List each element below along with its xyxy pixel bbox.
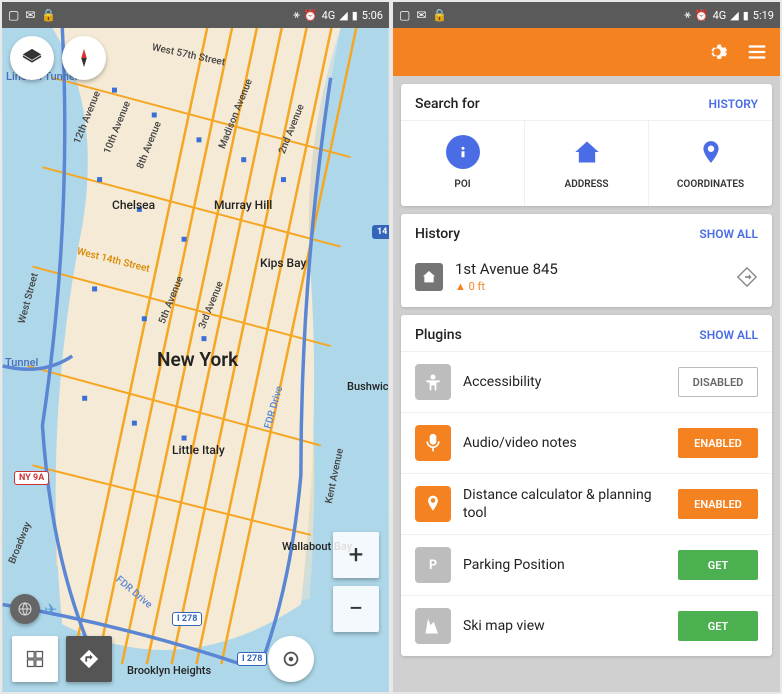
plugin-state-button[interactable]: ENABLED [678,428,758,458]
home-icon [570,135,604,169]
plugin-title: Parking Position [463,556,666,574]
history-card: History SHOW ALL 1st Avenue 845 ▲ 0 ft [401,214,772,307]
lock-icon: 🔒 [432,8,447,22]
plugins-title: Plugins [415,327,462,343]
grid-button[interactable] [12,636,58,682]
plugin-icon [415,425,451,461]
alarm-icon: ⏰ [304,9,318,22]
history-item-distance: ▲ 0 ft [455,280,724,293]
plugin-state-button[interactable]: GET [678,550,758,580]
locate-button[interactable] [268,636,314,682]
poi-label: POI [454,179,470,190]
network-label: 4G [713,9,727,22]
bluetooth-icon: ⚹ [293,8,300,22]
plugin-title: Ski map view [463,617,666,635]
plugin-row: Accessibility DISABLED [401,351,772,412]
map-canvas[interactable]: New York Chelsea Murray Hill Kips Bay Li… [2,28,389,692]
history-link[interactable]: HISTORY [709,97,758,111]
battery-icon: ▮ [743,9,749,22]
plugin-title: Audio/video notes [463,434,666,452]
coord-label: COORDINATES [677,179,744,190]
plugin-title: Distance calculator & planning tool [463,486,666,522]
plugin-state-button[interactable]: ENABLED [678,489,758,519]
lock-icon: 🔒 [41,8,56,22]
plugins-card: Plugins SHOW ALL Accessibility DISABLED … [401,315,772,656]
content-scroll[interactable]: Search for HISTORY POI ADDRESS COORDINAT… [393,76,780,692]
phone-right-menu: ▢ ✉ 🔒 ⚹ ⏰ 4G ◢ ▮ 5:19 Search for HISTORY [393,2,780,692]
svg-text:P: P [429,559,437,574]
clock: 5:19 [753,9,774,22]
plugin-icon [415,364,451,400]
plugin-row: Ski map view GET [401,595,772,656]
compass-button[interactable] [62,36,106,80]
app-bar [393,28,780,76]
zoom-out-button[interactable]: − [333,586,379,632]
layers-button[interactable] [10,36,54,80]
address-label: ADDRESS [565,179,609,190]
plugin-state-button[interactable]: GET [678,611,758,641]
search-title: Search for [415,96,480,112]
info-icon [446,135,480,169]
search-coordinates[interactable]: COORDINATES [648,121,772,206]
showall-history-link[interactable]: SHOW ALL [699,227,758,241]
directions-icon[interactable] [736,266,758,288]
showall-plugins-link[interactable]: SHOW ALL [699,328,758,342]
network-label: 4G [322,9,336,22]
pin-icon [694,135,728,169]
history-item-title: 1st Avenue 845 [455,260,724,278]
status-bar: ▢ ✉ 🔒 ⚹ ⏰ 4G ◢ ▮ 5:19 [393,2,780,28]
globe-icon[interactable] [10,594,40,624]
signal-icon: ◢ [730,9,738,22]
plugin-state-button[interactable]: DISABLED [678,367,758,397]
shield-i278a: I 278 [172,612,202,626]
battery-icon: ▮ [352,9,358,22]
directions-button[interactable] [66,636,112,682]
mail-icon: ✉ [25,8,35,22]
signal-icon: ◢ [339,9,347,22]
clock: 5:06 [362,9,383,22]
image-icon: ▢ [8,8,19,22]
plugin-row: Distance calculator & planning tool ENAB… [401,473,772,534]
plugin-icon: P [415,547,451,583]
alarm-icon: ⏰ [695,9,709,22]
zoom-in-button[interactable]: + [333,532,379,578]
history-title: History [415,226,460,242]
settings-icon[interactable] [706,41,728,63]
status-bar: ▢ ✉ 🔒 ⚹ ⏰ 4G ◢ ▮ 5:06 [2,2,389,28]
search-address[interactable]: ADDRESS [524,121,648,206]
bluetooth-icon: ⚹ [684,8,691,22]
shield-i278b: I 278 [237,652,267,666]
home-small-icon [415,263,443,291]
search-poi[interactable]: POI [401,121,524,206]
image-icon: ▢ [399,8,410,22]
plugin-title: Accessibility [463,373,666,391]
search-card: Search for HISTORY POI ADDRESS COORDINAT… [401,84,772,206]
plugin-row: P Parking Position GET [401,534,772,595]
phone-left-map: ▢ ✉ 🔒 ⚹ ⏰ 4G ◢ ▮ 5:06 [2,2,389,692]
mail-icon: ✉ [416,8,426,22]
plugin-icon [415,608,451,644]
shield-14: 14 [372,225,389,239]
plane-icon: ✈ [44,600,57,619]
map-streets-svg [2,28,389,692]
history-item[interactable]: 1st Avenue 845 ▲ 0 ft [401,250,772,307]
shield-ny9a: NY 9A [14,471,49,485]
hamburger-icon[interactable] [746,41,768,63]
plugin-row: Audio/video notes ENABLED [401,412,772,473]
plugin-icon [415,486,451,522]
